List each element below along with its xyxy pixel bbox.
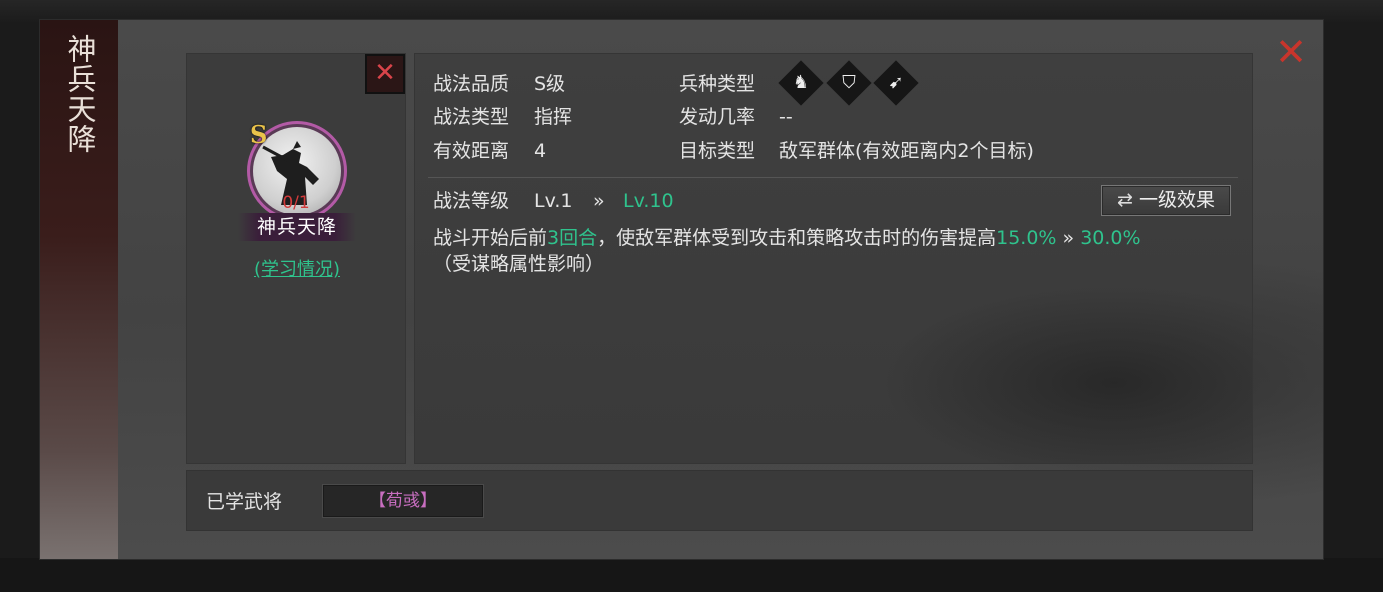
learn-status-link[interactable]: (学习情况) (240, 258, 354, 282)
remove-skill-icon[interactable]: ✕ (365, 54, 405, 94)
level-effect-toggle-button[interactable]: ⇄ 一级效果 (1101, 185, 1231, 216)
level-from: Lv.1 (534, 190, 573, 212)
range-label: 有效距离 (433, 140, 510, 162)
toggle-button-label: 一级效果 (1138, 189, 1215, 211)
bow-icon: ➹ (888, 72, 904, 93)
level-arrow-icon: » (593, 190, 605, 212)
close-dialog-icon[interactable]: ✕ (1272, 33, 1310, 71)
trigger-rate-value: -- (779, 106, 793, 128)
learned-general-tag[interactable]: 【荀彧】 (322, 484, 484, 518)
unit-type-label: 兵种类型 (679, 73, 756, 95)
skill-type-label: 战法类型 (433, 106, 510, 128)
target-type-value: 敌军群体(有效距离内2个目标) (779, 140, 1034, 162)
quality-value: S级 (534, 73, 566, 95)
range-value: 4 (534, 140, 547, 162)
skill-type-value: 指挥 (534, 106, 573, 128)
quality-label: 战法品质 (433, 73, 510, 95)
learn-progress: 0/1 (282, 193, 310, 213)
background-tab-bar (0, 0, 1383, 22)
description-note: （受谋略属性影响） (433, 253, 605, 275)
target-type-label: 目标类型 (679, 140, 756, 162)
skill-name: 神兵天降 (256, 216, 337, 238)
cavalry-icon: ♞ (792, 72, 810, 93)
shield-icon: ⛉ (842, 72, 856, 93)
learned-generals-label: 已学武将 (206, 491, 283, 513)
rank-badge: S (250, 120, 268, 149)
effect-arrow-icon: » (1062, 227, 1075, 249)
effect-to-value: 30.0% (1080, 227, 1141, 249)
swap-icon: ⇄ (1117, 189, 1133, 211)
level-to: Lv.10 (623, 190, 674, 212)
background-bottom-bar (0, 558, 1383, 592)
effect-from-value: 15.0% (996, 227, 1057, 249)
skill-description: 战斗开始后前3回合，使敌军群体受到攻击和策略攻击时的伤害提高15.0% » 30… (433, 225, 1233, 277)
trigger-rate-label: 发动几率 (679, 106, 756, 128)
description-line: 战斗开始后前3回合，使敌军群体受到攻击和策略攻击时的伤害提高15.0% » 30… (433, 227, 1141, 249)
rounds-highlight: 3回合 (547, 227, 598, 249)
skill-level-label: 战法等级 (433, 190, 510, 212)
divider (428, 177, 1238, 178)
dialog-title: 神兵天降 (63, 34, 97, 154)
